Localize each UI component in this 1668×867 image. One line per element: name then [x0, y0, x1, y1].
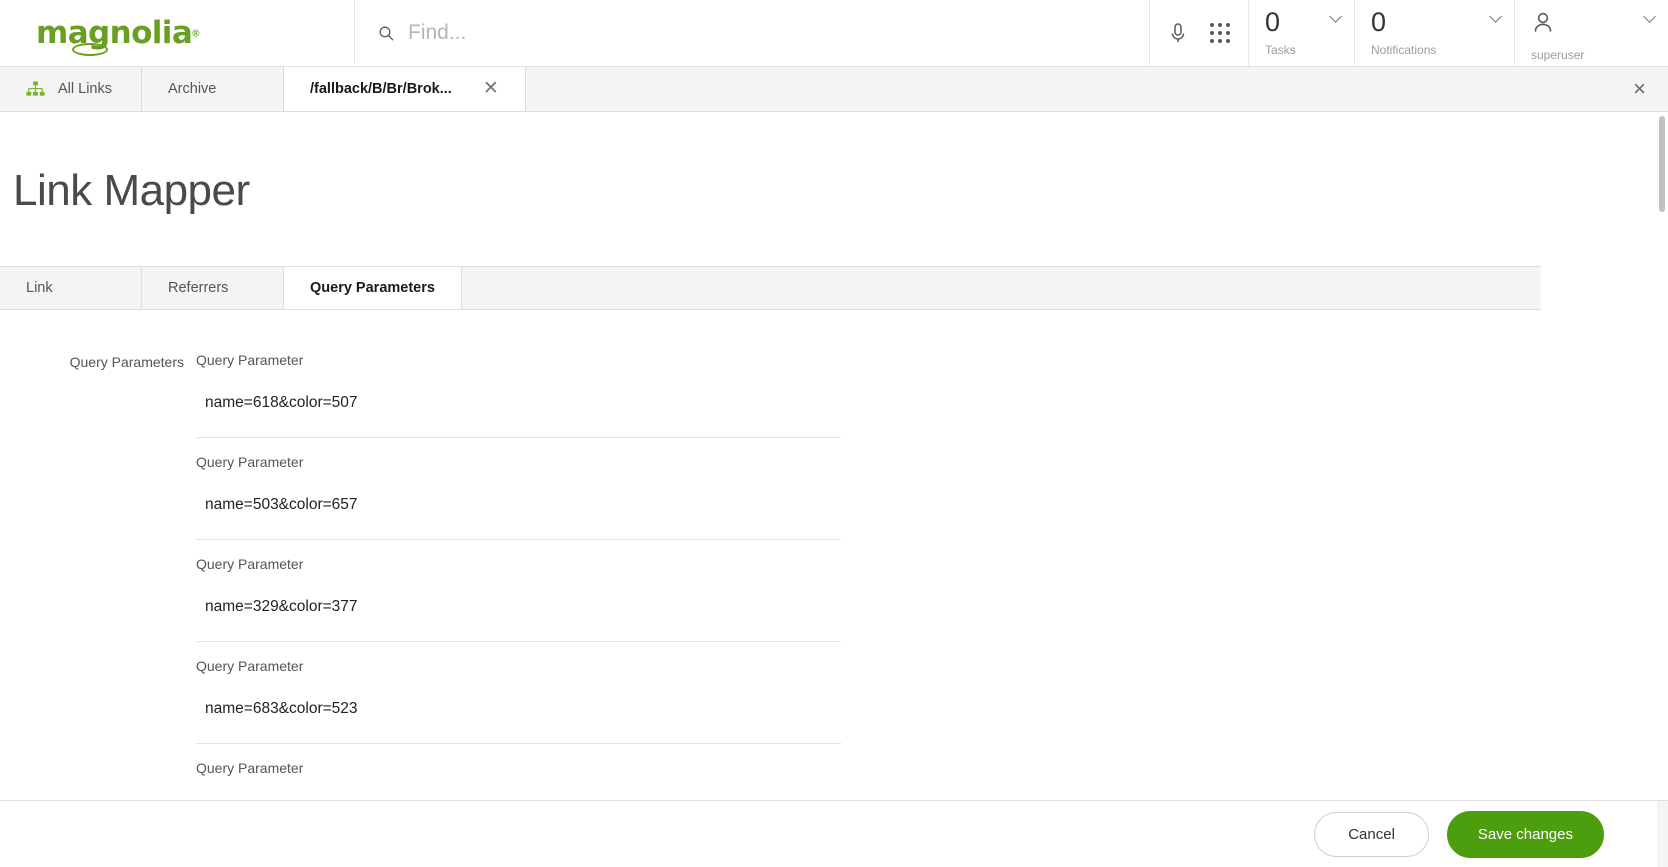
field-value[interactable]: name=329&color=377 — [196, 598, 841, 641]
list-item: Query Parameter name=618&color=507 — [196, 352, 841, 438]
query-parameters-form: Query Parameters Query Parameter name=61… — [0, 310, 1668, 845]
list-item: Query Parameter name=329&color=377 — [196, 556, 841, 642]
header-icon-group — [1150, 0, 1248, 66]
section-label-query-parameters: Query Parameters — [69, 354, 184, 370]
notifications-label: Notifications — [1371, 43, 1437, 57]
query-parameter-list: Query Parameter name=618&color=507 Query… — [196, 352, 841, 845]
tab-link-label: Link — [26, 280, 53, 296]
divider — [196, 437, 841, 438]
notifications-indicator[interactable]: 0 Notifications — [1354, 0, 1514, 66]
tab-query-parameters-label: Query Parameters — [310, 280, 435, 296]
sitemap-icon — [26, 80, 45, 98]
list-item: Query Parameter name=503&color=657 — [196, 454, 841, 540]
top-header-bar: magnolia® 0 Tasks — [0, 0, 1668, 67]
apps-grid-icon[interactable] — [1210, 23, 1230, 43]
notifications-count: 0 — [1371, 7, 1387, 37]
field-value[interactable]: name=503&color=657 — [196, 496, 841, 539]
logo-registered-mark: ® — [192, 28, 200, 40]
field-value[interactable]: name=618&color=507 — [196, 394, 841, 437]
username-label: superuser — [1531, 48, 1585, 62]
search-area[interactable] — [355, 0, 1150, 66]
tab-link[interactable]: Link — [0, 267, 142, 309]
tasks-indicator[interactable]: 0 Tasks — [1248, 0, 1354, 66]
form-tab-filler — [461, 267, 1541, 309]
search-input[interactable] — [408, 21, 1108, 45]
content-area: Link Mapper Link Referrers Query Paramet… — [0, 112, 1668, 867]
field-label: Query Parameter — [196, 454, 304, 470]
divider — [196, 539, 841, 540]
brand-logo[interactable]: magnolia® — [0, 0, 355, 66]
app-tab-archive-label: Archive — [168, 81, 217, 97]
field-label: Query Parameter — [196, 352, 304, 368]
field-label: Query Parameter — [196, 658, 304, 674]
app-tab-fallback-broken-link[interactable]: /fallback/B/Br/Brok... ✕ — [284, 67, 526, 111]
list-item: Query Parameter name=683&color=523 — [196, 658, 841, 744]
field-label: Query Parameter — [196, 760, 304, 776]
divider — [196, 641, 841, 642]
tab-referrers[interactable]: Referrers — [142, 267, 284, 309]
divider — [196, 743, 841, 744]
tab-referrers-label: Referrers — [168, 280, 229, 296]
form-tab-bar: Link Referrers Query Parameters — [0, 266, 1541, 310]
tasks-count: 0 — [1265, 7, 1281, 37]
app-tab-archive[interactable]: Archive — [142, 67, 284, 111]
form-action-bar: Cancel Save changes — [0, 800, 1668, 867]
microphone-icon[interactable] — [1168, 22, 1188, 44]
search-icon — [377, 25, 396, 42]
user-menu[interactable]: superuser — [1514, 0, 1668, 66]
close-icon[interactable]: ✕ — [483, 79, 499, 98]
footer-right-edge — [1657, 801, 1668, 867]
close-all-icon[interactable]: × — [1633, 78, 1646, 100]
tab-query-parameters[interactable]: Query Parameters — [284, 267, 462, 309]
field-label: Query Parameter — [196, 556, 304, 572]
app-tab-active-label: /fallback/B/Br/Brok... — [310, 80, 452, 97]
app-tab-bar: All Links Archive /fallback/B/Br/Brok...… — [0, 67, 1668, 112]
logo-swoosh-decoration — [72, 42, 108, 56]
save-changes-button[interactable]: Save changes — [1446, 810, 1604, 858]
logo-text: magnolia — [36, 14, 193, 51]
field-value[interactable]: name=683&color=523 — [196, 700, 841, 743]
scrollbar-thumb[interactable] — [1659, 116, 1665, 212]
tasks-label: Tasks — [1265, 43, 1296, 57]
cancel-button[interactable]: Cancel — [1314, 811, 1429, 857]
magnolia-logo: magnolia® — [36, 14, 200, 56]
app-tab-all-links-label: All Links — [58, 81, 112, 97]
content-scrollbar[interactable] — [1657, 112, 1668, 745]
tab-bar-spacer: × — [525, 67, 1668, 111]
user-avatar-icon — [1531, 11, 1654, 41]
page-title: Link Mapper — [13, 166, 250, 215]
app-tab-all-links[interactable]: All Links — [0, 67, 142, 111]
